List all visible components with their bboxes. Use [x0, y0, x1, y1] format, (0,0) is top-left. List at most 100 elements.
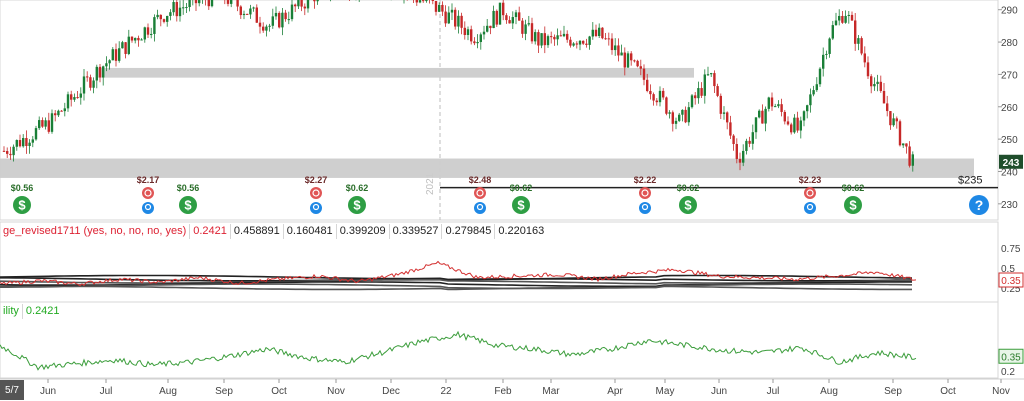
candle-body [153, 17, 156, 34]
indicator-1-value-5: 0.339527 [390, 223, 443, 239]
dollar-glyph: $ [849, 198, 857, 213]
indicator-1-name[interactable]: ge_revised1711 (yes, no, no, no, yes) [0, 223, 191, 239]
indicator-2-name[interactable]: ility [0, 303, 23, 319]
candle [690, 94, 694, 109]
earnings-label: $2.17 [137, 175, 160, 185]
candle [169, 9, 172, 21]
candle [224, 0, 226, 5]
candle-body [706, 74, 710, 76]
candle-body [905, 143, 908, 147]
candle-body [252, 7, 255, 9]
candle-body [527, 23, 530, 25]
candle [716, 83, 719, 98]
lightbulb-icon [639, 202, 651, 214]
candle-body [562, 33, 566, 37]
candle-body [850, 14, 854, 21]
candle [770, 92, 774, 111]
candle-body [31, 139, 34, 143]
candle-body [870, 76, 873, 87]
candle-body [844, 15, 847, 23]
candle-body [82, 76, 86, 94]
candle [825, 50, 828, 60]
candle [831, 20, 834, 41]
candle-body [834, 20, 838, 26]
candle-body [486, 25, 489, 32]
candle-body [665, 97, 668, 114]
candle-body [284, 12, 287, 20]
candle [866, 56, 870, 80]
candle [300, 0, 303, 12]
candle [844, 10, 847, 24]
candle [290, 0, 294, 22]
candle-body [630, 53, 633, 61]
candle [418, 0, 422, 4]
candle-body [572, 43, 575, 46]
candle-body [159, 14, 162, 20]
candle [303, 3, 306, 16]
candle [511, 11, 514, 29]
candle [15, 139, 18, 151]
candle [44, 117, 47, 130]
candle-body [617, 45, 620, 56]
candle-body [508, 20, 511, 24]
earnings-label: $2.22 [634, 175, 657, 185]
x-axis-label: Nov [327, 386, 345, 397]
panel-frame-3 [0, 301, 999, 379]
candle-body [585, 43, 588, 45]
candle-body [287, 19, 290, 21]
candle [614, 38, 617, 56]
candle [185, 2, 188, 14]
dollar-glyph: $ [18, 198, 26, 213]
candle [153, 14, 156, 42]
candle-body [908, 146, 911, 166]
candle [182, 0, 185, 15]
candle-body [537, 32, 540, 46]
candle [809, 88, 812, 113]
candle-body [95, 66, 98, 81]
candle [82, 68, 86, 101]
candle [508, 16, 511, 24]
candle [815, 77, 818, 92]
candle-body [434, 0, 438, 12]
candle-body [802, 111, 806, 121]
candle-body [761, 110, 764, 124]
candle-body [841, 15, 844, 23]
candle [642, 64, 646, 86]
candle [598, 23, 601, 39]
candle [95, 64, 98, 89]
candle-body [92, 80, 95, 88]
candle [25, 130, 28, 154]
candle-body [134, 37, 137, 41]
candle [905, 143, 908, 154]
candle-body [114, 49, 118, 61]
candle [505, 13, 508, 24]
candle [306, 0, 310, 13]
candle-body [18, 140, 22, 147]
candle-body [454, 9, 457, 27]
candle-body [473, 41, 476, 44]
lightbulb-bg [804, 202, 816, 214]
help-button[interactable]: ? [969, 195, 989, 215]
candle-body [729, 122, 732, 136]
candle [6, 147, 9, 158]
candle-body [207, 0, 210, 7]
candle-body [710, 73, 713, 75]
candle [134, 37, 137, 44]
candle [870, 74, 873, 94]
candle-body [22, 138, 25, 147]
candle-body [476, 42, 479, 44]
candle [652, 92, 655, 106]
candle [655, 98, 658, 106]
candle [143, 26, 146, 43]
lightbulb-bg [639, 202, 651, 214]
x-axis-label: Oct [940, 386, 956, 397]
candle [102, 65, 105, 86]
candle [767, 96, 770, 112]
lightbulb-bg [310, 202, 322, 214]
price-tick-label: 270 [1001, 70, 1018, 81]
dollar-circle-icon: $ [179, 196, 197, 214]
candle-body [655, 100, 658, 103]
candle [582, 40, 585, 45]
alarm-clock-bg [142, 187, 154, 199]
candle-body [162, 19, 166, 22]
